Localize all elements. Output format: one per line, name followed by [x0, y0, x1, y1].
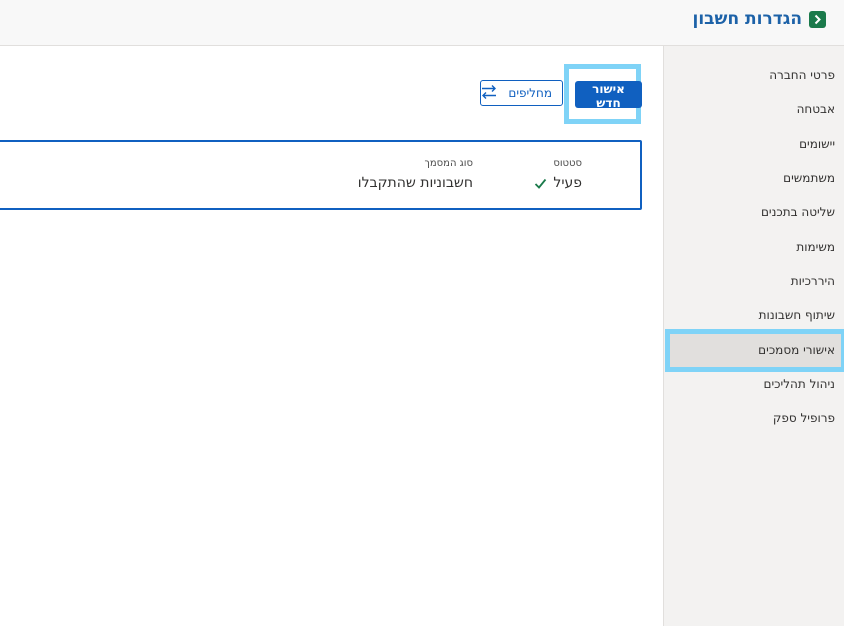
checkmark-icon [534, 177, 547, 190]
new-approval-button[interactable]: אישור חדש [575, 81, 642, 110]
sidebar-item-hierarchies[interactable]: היררכיות [676, 268, 836, 294]
sidebar-item-applications[interactable]: יישומים [676, 131, 836, 157]
sidebar-item-tasks[interactable]: משימות [676, 234, 836, 260]
page-title: הגדרות חשבון [692, 9, 802, 29]
chevron-right-icon[interactable] [809, 10, 826, 28]
status-value-row: פעיל [534, 175, 582, 191]
sidebar-item-account-sharing[interactable]: שיתוף חשבונות [676, 302, 836, 328]
header-bar: הגדרות חשבון [0, 0, 844, 46]
switch-button-label: מחליפים [508, 86, 552, 100]
sidebar-item-vendor-profile[interactable]: פרופיל ספק [676, 405, 836, 431]
sidebar-item-content-control[interactable]: שליטה בתכנים [676, 199, 836, 225]
doc-type-value: חשבוניות שהתקבלו [357, 175, 473, 191]
new-approval-highlight: אישור חדש [564, 64, 642, 124]
sidebar: פרטי החברה אבטחה יישומים משתמשים שליטה ב… [663, 46, 844, 626]
main-content: אישור חדש מחליפים סטטוס פעיל סוג המסמך ח… [0, 46, 663, 626]
swap-arrows-icon [480, 84, 498, 103]
sidebar-item-document-approvals[interactable]: אישורי מסמכים [665, 329, 844, 372]
sidebar-item-users[interactable]: משתמשים [676, 165, 836, 191]
page-title-group: הגדרות חשבון [693, 9, 826, 29]
doc-type-label: סוג המסמך [424, 158, 474, 169]
doc-type-field: סוג המסמך חשבוניות שהתקבלו [358, 158, 473, 191]
status-label: סטטוס [553, 158, 582, 169]
sidebar-item-security[interactable]: אבטחה [676, 96, 836, 122]
sidebar-item-company-details[interactable]: פרטי החברה [676, 62, 836, 88]
switch-button[interactable]: מחליפים [480, 80, 563, 106]
sidebar-item-process-management[interactable]: ניהול תהליכים [676, 371, 836, 397]
status-value: פעיל [553, 175, 582, 191]
approval-card[interactable]: סטטוס פעיל סוג המסמך חשבוניות שהתקבלו [0, 140, 642, 210]
status-field: סטטוס פעיל [534, 158, 582, 191]
app-window: הגדרות חשבון פרטי החברה אבטחה יישומים מש… [0, 0, 844, 626]
